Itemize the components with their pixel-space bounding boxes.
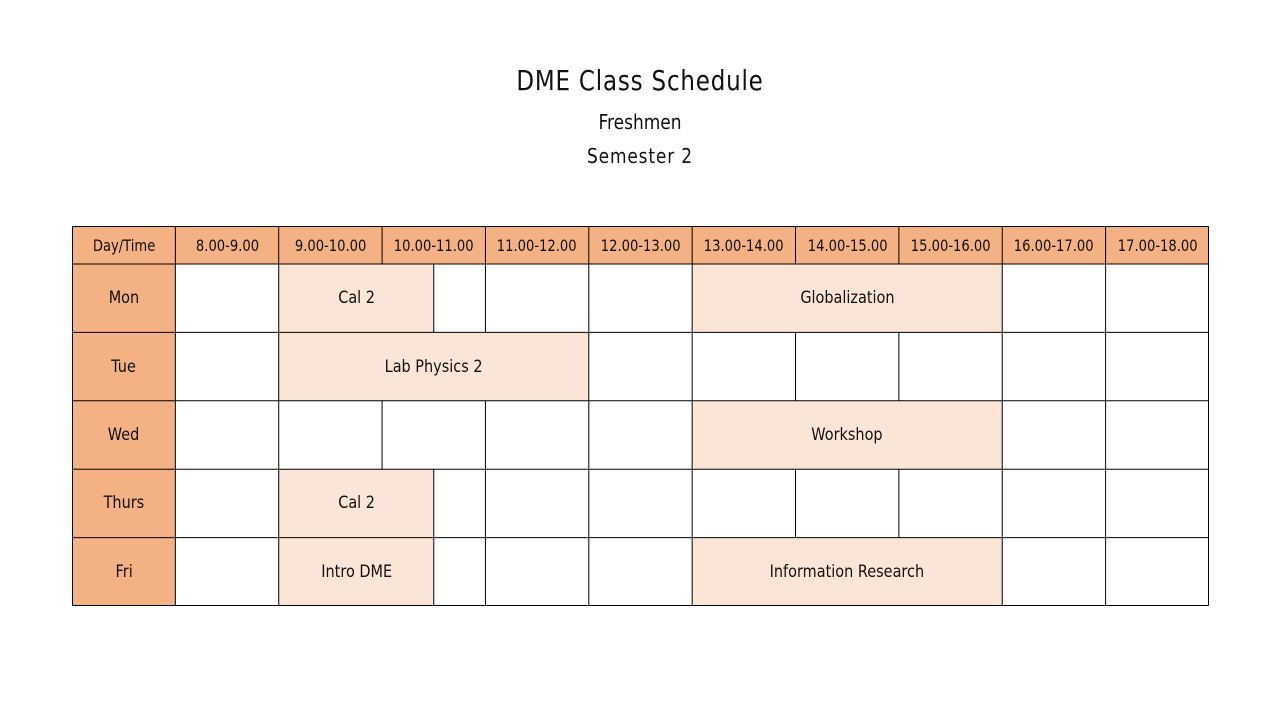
semester-label: Semester 2 <box>587 144 693 168</box>
schedule-table: Day/Time 8.00-9.00 9.00-10.00 10.00-11.00 11… <box>72 226 1209 606</box>
page-title: DME Class Schedule <box>516 64 764 97</box>
slide: DME Class Schedule Freshmen Semester 2 D… <box>0 0 1280 720</box>
grid-lines <box>72 226 1209 606</box>
subtitle: Freshmen <box>598 110 682 134</box>
